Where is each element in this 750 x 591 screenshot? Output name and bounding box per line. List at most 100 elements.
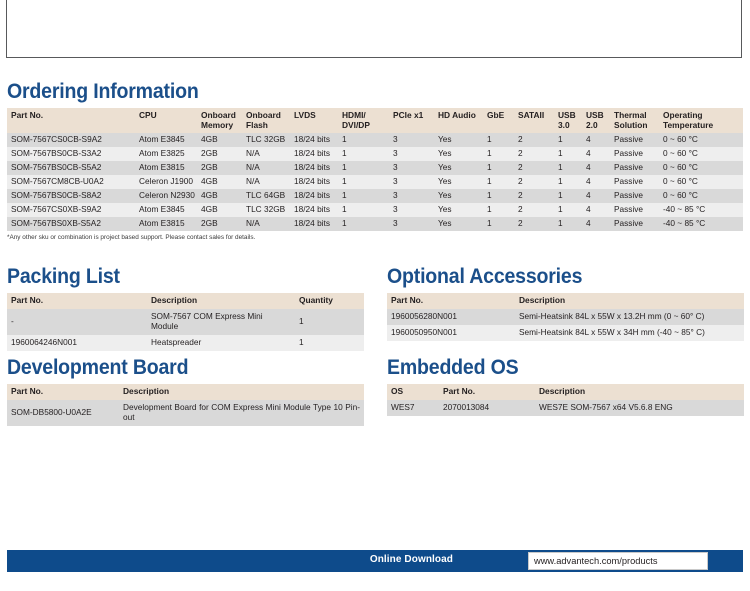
col-quantity: Quantity <box>295 293 364 309</box>
table-row: SOM-7567CS0CB-S9A2 Atom E3845 4GB TLC 32GB 1… <box>7 133 743 148</box>
table-header-row: OS Part No. Description <box>387 384 744 400</box>
table-cell: Passive <box>610 189 659 204</box>
optional-accessories-section: Optional Accessories Part No. Descriptio… <box>387 266 744 341</box>
table-row: SOM-7567BS0XB-S5A2 Atom E3815 2GB N/A 18/24 … <box>7 217 743 231</box>
section-title-embedded-os: Embedded OS <box>387 356 519 379</box>
table-cell: WES7 <box>387 399 439 416</box>
table-cell: 2 <box>514 161 554 176</box>
table-cell: 3 <box>389 217 434 231</box>
table-cell: Celeron J1900 <box>135 175 197 190</box>
table-cell: 2 <box>514 189 554 204</box>
table-cell: Passive <box>610 161 659 176</box>
col-label-2: Solution <box>614 119 648 130</box>
col-description: Description <box>119 384 364 400</box>
table-cell: Atom E3815 <box>135 161 197 176</box>
online-download-url: www.advantech.com/products <box>534 556 658 566</box>
table-row: SOM-7567CS0XB-S9A2 Atom E3845 4GB TLC 32GB 1… <box>7 203 743 218</box>
col-description: Description <box>147 293 295 309</box>
table-row: SOM-7567CM8CB-U0A2 Celeron J1900 4GB N/A 18/… <box>7 175 743 190</box>
table-cell: 1 <box>338 161 389 176</box>
col-hd-audio: HD Audio <box>434 108 483 134</box>
table-cell: 1 <box>295 334 364 351</box>
table-cell: 3 <box>389 147 434 162</box>
col-gbe: GbE <box>483 108 514 134</box>
col-description: Description <box>535 384 744 400</box>
col-label: LVDS <box>294 110 316 120</box>
table-cell: 4 <box>582 175 610 190</box>
table-cell: 18/24 bits <box>290 203 338 218</box>
table-cell: 1 <box>554 175 582 190</box>
table-cell: SOM-7567 COM Express Mini Module <box>147 308 295 335</box>
table-header-row: Part No. CPU Onboard Memory Onboard Flash … <box>7 108 743 134</box>
table-cell: 1 <box>483 175 514 190</box>
table-cell: 1960064246N001 <box>7 334 147 351</box>
table-cell: N/A <box>242 147 290 162</box>
table-cell: 18/24 bits <box>290 161 338 176</box>
table-cell: 4GB <box>197 203 242 218</box>
table-cell: Atom E3845 <box>135 133 197 148</box>
table-cell: N/A <box>242 217 290 231</box>
table-cell: 1 <box>554 217 582 231</box>
table-cell: 1 <box>338 189 389 204</box>
table-cell: 2 <box>514 147 554 162</box>
section-title-ordering-information: Ordering Information <box>7 80 199 103</box>
table-cell: 3 <box>389 175 434 190</box>
table-cell: Passive <box>610 203 659 218</box>
table-cell: SOM-7567BS0CB-S5A2 <box>7 161 135 176</box>
table-cell: TLC 64GB <box>242 189 290 204</box>
table-cell: Atom E3825 <box>135 147 197 162</box>
col-label: Operating <box>663 110 703 120</box>
table-cell: SOM-DB5800-U0A2E <box>7 399 119 426</box>
col-sataii: SATAII <box>514 108 554 134</box>
table-cell: Semi-Heatsink 84L x 55W x 13.2H mm (0 ~ … <box>515 308 744 325</box>
col-label: HDMI/ <box>342 110 366 120</box>
col-label: GbE <box>487 110 505 120</box>
table-cell: Passive <box>610 147 659 162</box>
col-label: SATAII <box>518 110 545 120</box>
table-cell: Celeron N2930 <box>135 189 197 204</box>
table-cell: Atom E3815 <box>135 217 197 231</box>
table-cell: Semi-Heatsink 84L x 55W x 34H mm (-40 ~ … <box>515 324 744 341</box>
col-description: Description <box>515 293 744 309</box>
col-lvds: LVDS <box>290 108 338 134</box>
table-header-row: Part No. Description <box>387 293 744 309</box>
table-cell: 1 <box>483 203 514 218</box>
table-cell: Yes <box>434 217 483 231</box>
col-label-2: Memory <box>201 119 234 130</box>
table-cell: Passive <box>610 133 659 148</box>
table-cell: 18/24 bits <box>290 175 338 190</box>
table-cell: Yes <box>434 147 483 162</box>
col-usb-30: USB 3.0 <box>554 108 582 134</box>
embedded-os-section: Embedded OS OS Part No. Description WES7… <box>387 357 744 416</box>
table-cell: N/A <box>242 175 290 190</box>
table-cell: 0 ~ 60 °C <box>659 147 743 162</box>
table-cell: 18/24 bits <box>290 133 338 148</box>
ordering-footnote: *Any other sku or combination is project… <box>7 233 256 241</box>
table-cell: Passive <box>610 175 659 190</box>
table-cell: SOM-7567BS0CB-S8A2 <box>7 189 135 204</box>
table-cell: TLC 32GB <box>242 203 290 218</box>
table-cell: Yes <box>434 189 483 204</box>
online-download-url-box[interactable]: www.advantech.com/products <box>528 552 708 570</box>
optional-table-body: 1960056280N001 Semi-Heatsink 84L x 55W x … <box>387 308 744 341</box>
col-hdmi-dvi-dp: HDMI/DVI/DP <box>338 108 389 134</box>
table-cell: 1 <box>483 189 514 204</box>
col-onboard-memory: Onboard Memory <box>197 108 242 134</box>
table-cell: 3 <box>389 133 434 148</box>
table-cell: 4 <box>582 133 610 148</box>
table-cell: 2 <box>514 203 554 218</box>
ordering-information-table: Part No. CPU Onboard Memory Onboard Flash … <box>7 108 743 231</box>
table-cell: 18/24 bits <box>290 189 338 204</box>
table-cell: -40 ~ 85 °C <box>659 217 743 231</box>
table-row: 1960064246N001 Heatspreader 1 <box>7 334 364 351</box>
table-cell: 4 <box>582 217 610 231</box>
section-title-optional-accessories: Optional Accessories <box>387 265 583 288</box>
table-cell: 1 <box>338 203 389 218</box>
table-cell: SOM-7567BS0CB-S3A2 <box>7 147 135 162</box>
section-title-development-board: Development Board <box>7 356 189 379</box>
table-cell: 4 <box>582 161 610 176</box>
col-label: Onboard <box>246 110 281 120</box>
table-cell: 0 ~ 60 °C <box>659 189 743 204</box>
col-os: OS <box>387 384 439 400</box>
development-board-table: Part No. Description SOM-DB5800-U0A2E Dev… <box>7 384 364 426</box>
